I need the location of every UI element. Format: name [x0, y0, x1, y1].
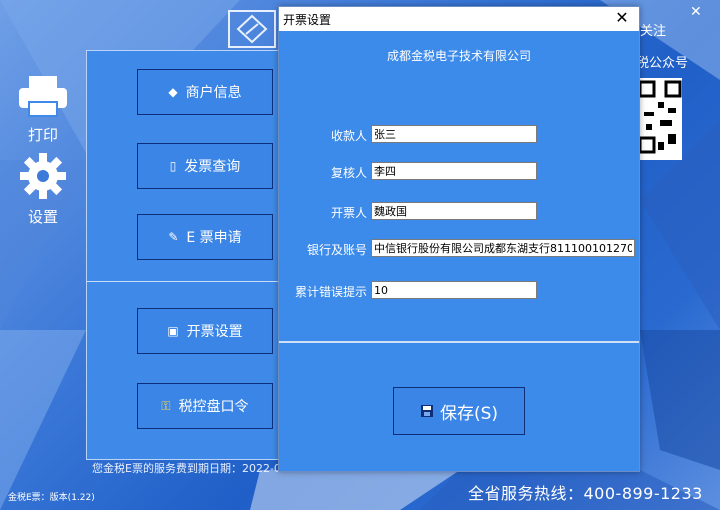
key-icon: ⚿: [161, 398, 171, 413]
bank-account-input[interactable]: [371, 239, 635, 257]
floppy-disk-icon: [420, 405, 433, 417]
qr-code-icon: [638, 80, 682, 154]
field-issuer: 开票人: [279, 202, 639, 222]
apply-icon: ✎: [168, 230, 179, 244]
service-hotline: 全省服务热线：400-899-1233: [468, 484, 703, 503]
dialog-divider: [279, 341, 639, 343]
settings-label: 设置: [27, 208, 58, 226]
field-reviewer: 复核人: [279, 162, 639, 182]
menu-label: 发票查询: [184, 159, 241, 175]
field-bank-account: 银行及账号: [279, 239, 639, 259]
gear-icon: [20, 153, 66, 199]
e-invoice-apply-button[interactable]: ✎ E 票申请: [137, 214, 273, 260]
settings-doc-icon: ▣: [167, 324, 179, 338]
field-label: 累计错误提示: [294, 285, 367, 299]
merchant-info-button[interactable]: ◆ 商户信息: [137, 69, 273, 115]
save-button[interactable]: 保存(S): [393, 387, 525, 435]
save-label: 保存(S): [439, 403, 499, 424]
error-limit-input[interactable]: [371, 281, 537, 299]
print-button[interactable]: 打印: [6, 74, 80, 145]
company-name: 成都金税电子技术有限公司: [386, 49, 531, 63]
field-payee: 收款人: [279, 125, 639, 145]
payee-input[interactable]: [371, 125, 537, 143]
dialog-close-icon[interactable]: ✕: [611, 8, 633, 27]
phone-icon: ▯: [169, 159, 177, 173]
reviewer-input[interactable]: [371, 162, 537, 180]
invoice-settings-button[interactable]: ▣ 开票设置: [137, 308, 273, 354]
dialog-title: 开票设置: [283, 12, 332, 27]
menu-label: 商户信息: [185, 85, 242, 101]
printer-icon: [19, 76, 67, 117]
main-menu-panel: ◆ 商户信息 ▯ 发票查询 ✎ E 票申请 ▣ 开票设置 ⚿ 税控盘口令: [86, 50, 288, 460]
field-error-limit: 累计错误提示: [279, 281, 639, 301]
version-label: 金税E票：版本(1.22): [8, 493, 95, 503]
field-label: 银行及账号: [306, 243, 367, 257]
qr-code: [638, 78, 682, 160]
invoice-query-button[interactable]: ▯ 发票查询: [137, 143, 273, 189]
app-logo: [228, 10, 276, 48]
menu-label: E 票申请: [186, 230, 242, 246]
menu-label: 开票设置: [186, 324, 243, 340]
invoice-settings-dialog: 开票设置 ✕ 成都金税电子技术有限公司 收款人 复核人 开票人 银行及账号 累计…: [278, 6, 640, 472]
field-label: 收款人: [330, 129, 367, 143]
dialog-titlebar: 开票设置 ✕: [279, 7, 639, 31]
window-close-icon[interactable]: ✕: [690, 4, 702, 20]
menu-divider: [87, 281, 287, 282]
settings-button[interactable]: 设置: [6, 152, 80, 227]
issuer-input[interactable]: [371, 202, 537, 220]
logo-icon: [236, 14, 268, 44]
print-label: 打印: [27, 126, 58, 144]
field-label: 复核人: [330, 166, 367, 180]
book-icon: ◆: [168, 85, 178, 99]
field-label: 开票人: [330, 206, 367, 220]
tax-disk-password-button[interactable]: ⚿ 税控盘口令: [137, 383, 273, 429]
public-account-label: 税公众号: [636, 56, 689, 71]
menu-label: 税控盘口令: [178, 399, 249, 415]
follow-label: 关注: [640, 24, 667, 39]
service-expiry-note: 您金税E票的服务费到期日期：2022-0: [92, 462, 281, 475]
